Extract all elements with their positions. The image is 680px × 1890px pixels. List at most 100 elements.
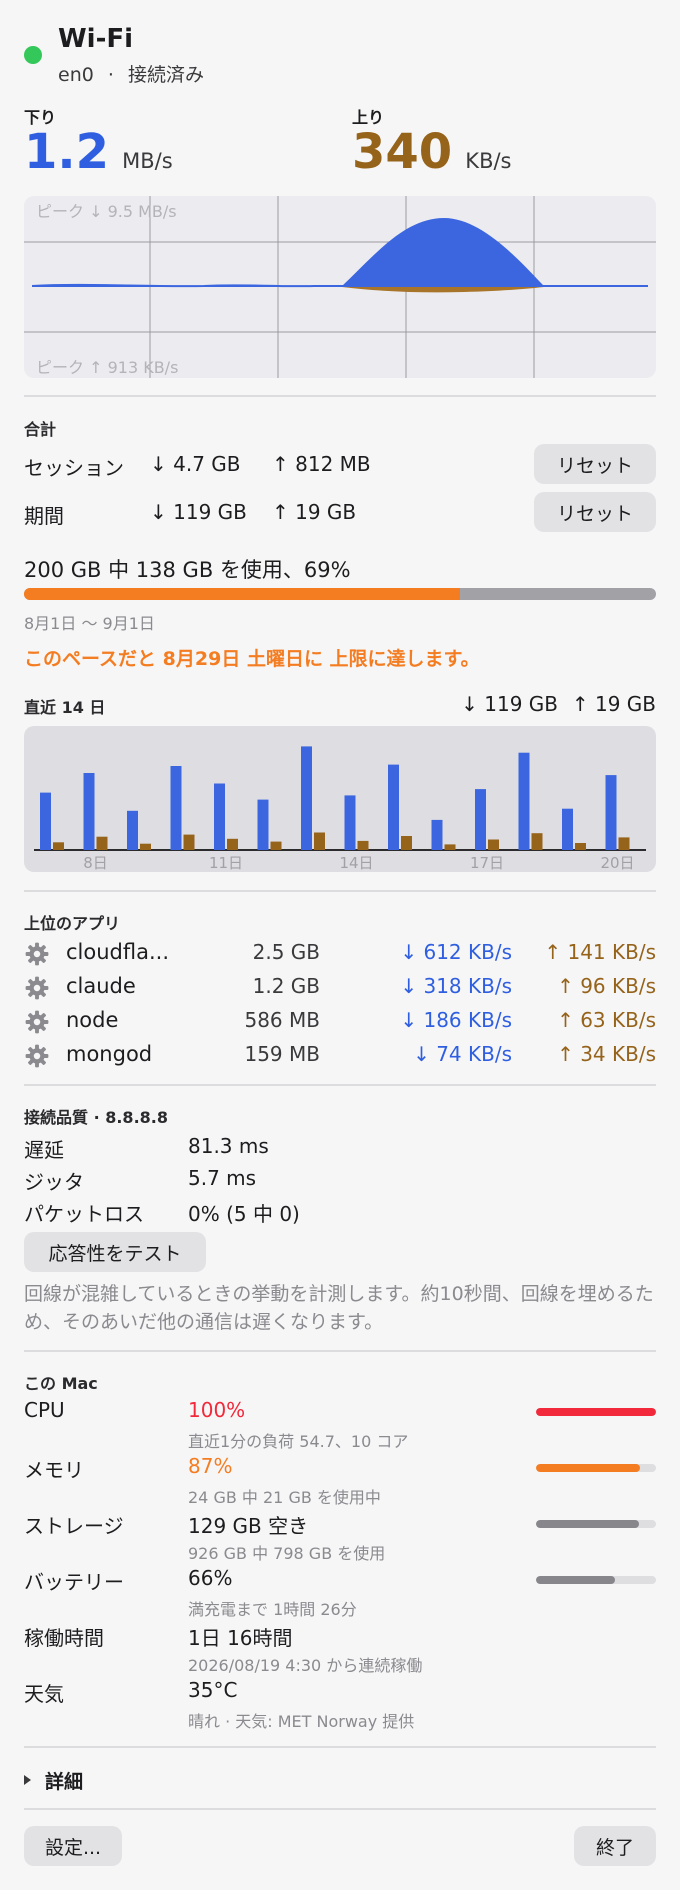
quota-progress-bar (24, 588, 656, 600)
session-down: ↓ 4.7 GB (150, 452, 241, 476)
app-upload-rate: ↑ 63 KB/s (557, 1008, 656, 1032)
uptime-value: 1日 16時間 (188, 1626, 293, 1650)
battery-detail: 満充電まで 1時間 26分 (188, 1600, 357, 1619)
app-download-rate: ↓ 74 KB/s (413, 1042, 512, 1066)
download-bar (518, 752, 530, 850)
cpu-value: 100% (188, 1398, 246, 1422)
download-bar (170, 766, 182, 850)
download-bar (562, 808, 573, 850)
separator-dot: · (107, 64, 114, 86)
quota-progress-fill (24, 588, 461, 600)
app-upload-rate: ↑ 141 KB/s (544, 940, 656, 964)
app-name: mongod (66, 1042, 153, 1066)
battery-label: バッテリー (24, 1570, 124, 1594)
peak-download-label: ピーク ↓ 9.5 MB/s (36, 202, 177, 221)
latency-label: 遅延 (24, 1138, 64, 1162)
download-bar (257, 799, 269, 850)
upload-bar (575, 843, 586, 850)
recent-up-total: ↑ 19 GB (571, 692, 656, 716)
upload-bar (618, 837, 630, 850)
divider (24, 890, 656, 892)
packet-loss-label: パケットロス (24, 1202, 144, 1226)
upload-area (342, 287, 544, 293)
divider (24, 1808, 656, 1810)
upload-unit: KB/s (465, 149, 512, 173)
app-download-rate: ↓ 186 KB/s (400, 1008, 512, 1032)
status-dot (24, 46, 42, 64)
quota-summary: 200 GB 中 138 GB を使用、69% (24, 558, 351, 582)
test-responsiveness-button[interactable]: 応答性をテスト (24, 1232, 206, 1272)
reset-session-button[interactable]: リセット (534, 444, 656, 484)
quota-period: 8月1日 〜 9月1日 (24, 614, 155, 633)
throughput-graph: ピーク ↓ 9.5 MB/s ピーク ↑ 913 KB/s (24, 196, 656, 378)
settings-button[interactable]: 設定... (24, 1826, 122, 1866)
gear-icon (24, 1009, 50, 1035)
weather-detail: 晴れ · 天気: MET Norway 提供 (188, 1712, 415, 1731)
memory-level-fill (536, 1464, 641, 1472)
app-download-rate: ↓ 612 KB/s (400, 940, 512, 964)
storage-level-bar (536, 1520, 656, 1528)
app-total: 1.2 GB (252, 974, 320, 998)
recent-down-total: ↓ 119 GB (461, 692, 558, 716)
battery-level-fill (536, 1576, 616, 1584)
throughput-graph-svg (24, 196, 656, 378)
jitter-label: ジッタ (24, 1170, 84, 1194)
quality-title: 接続品質 · 8.8.8.8 (24, 1108, 168, 1127)
battery-value: 66% (188, 1566, 233, 1590)
cpu-detail: 直近1分の負荷 54.7、10 コア (188, 1432, 409, 1451)
divider (24, 1350, 656, 1352)
period-up: ↑ 19 GB (272, 500, 357, 524)
x-tick-label: 8日 (83, 854, 108, 872)
upload-bar (444, 844, 456, 850)
download-bar (344, 795, 356, 850)
network-monitor-panel: Wi-Fi en0 · 接続済み 下り 1.2 MB/s 上り 340 KB/s… (0, 0, 680, 1890)
period-label: 期間 (24, 504, 64, 528)
interface-status: en0 · 接続済み (58, 60, 204, 87)
app-total: 2.5 GB (252, 940, 320, 964)
upload-bar (183, 834, 195, 850)
download-bar (431, 819, 443, 850)
disclosure-triangle-icon (24, 1775, 31, 1785)
gear-icon (24, 975, 50, 1001)
app-upload-rate: ↑ 96 KB/s (557, 974, 656, 998)
download-area (32, 218, 648, 287)
download-bar (40, 792, 51, 850)
gear-icon (24, 941, 50, 967)
quit-button[interactable]: 終了 (574, 1826, 656, 1866)
download-bar (475, 789, 486, 850)
battery-level-bar (536, 1576, 656, 1584)
upload-speed: 340 KB/s (352, 124, 512, 180)
quota-warning: このペースだと 8月29日 土曜日に 上限に達します。 (24, 648, 480, 670)
details-disclosure[interactable]: 詳細 (24, 1766, 83, 1794)
uptime-label: 稼働時間 (24, 1626, 104, 1650)
upload-bar (227, 838, 238, 850)
storage-label: ストレージ (24, 1514, 124, 1538)
reset-period-button[interactable]: リセット (534, 492, 656, 532)
period-down: ↓ 119 GB (150, 500, 247, 524)
peak-upload-label: ピーク ↑ 913 KB/s (36, 358, 179, 377)
latency-value: 81.3 ms (188, 1134, 269, 1158)
download-bar (214, 783, 225, 850)
app-upload-rate: ↑ 34 KB/s (557, 1042, 656, 1066)
download-unit: MB/s (122, 149, 173, 173)
download-speed: 1.2 MB/s (24, 124, 173, 180)
download-bar (127, 810, 138, 850)
memory-level-bar (536, 1464, 656, 1472)
uptime-detail: 2026/08/19 4:30 から連続稼働 (188, 1656, 423, 1675)
gear-icon (24, 1043, 50, 1069)
daily-usage-chart-svg: 8日 11日 14日 17日 20日 (34, 746, 646, 872)
panel-title: Wi-Fi (58, 24, 134, 54)
app-download-rate: ↓ 318 KB/s (400, 974, 512, 998)
cpu-level-fill (536, 1408, 656, 1416)
app-total: 159 MB (244, 1042, 320, 1066)
divider (24, 395, 656, 397)
cpu-label: CPU (24, 1398, 65, 1422)
storage-detail: 926 GB 中 798 GB を使用 (188, 1544, 386, 1563)
download-bar (83, 773, 95, 850)
divider (24, 1084, 656, 1086)
upload-bar (488, 839, 499, 850)
app-name: claude (66, 974, 136, 998)
x-tick-label: 14日 (339, 854, 373, 872)
upload-bar (140, 843, 151, 850)
x-tick-label: 17日 (470, 854, 504, 872)
